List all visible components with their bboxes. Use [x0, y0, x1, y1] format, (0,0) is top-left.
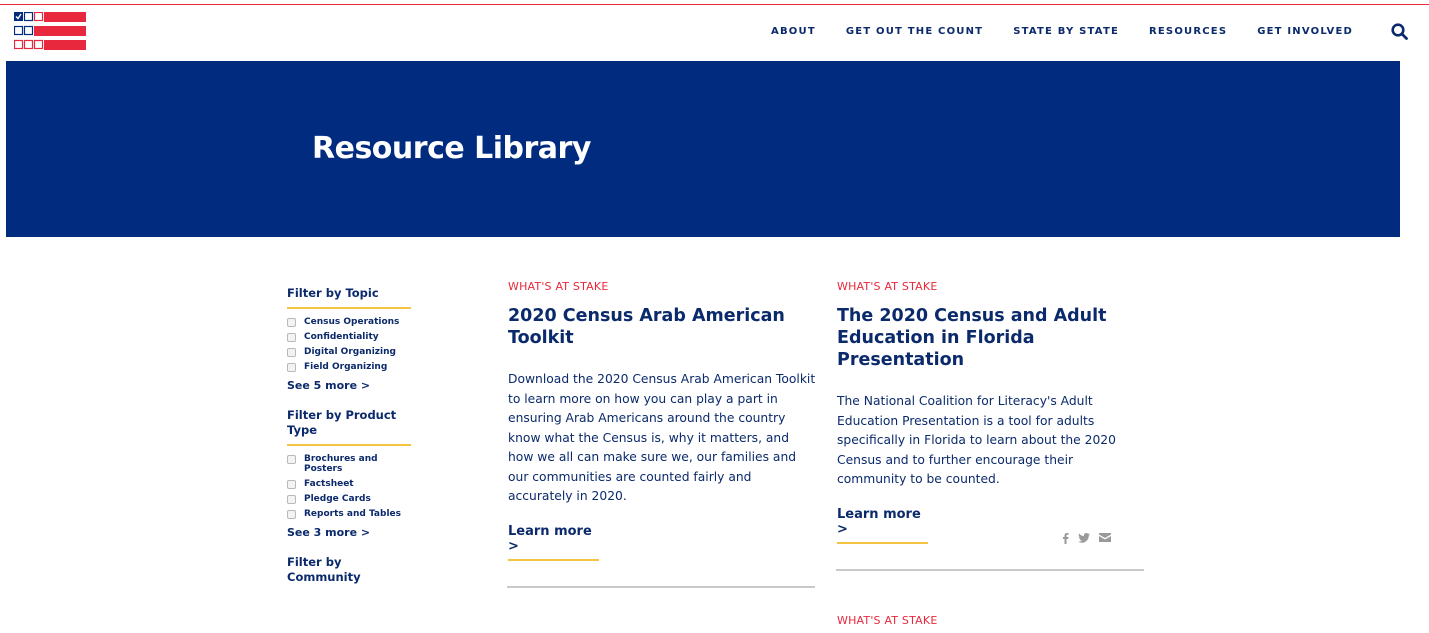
card-divider — [507, 586, 815, 588]
filter-topic-rule — [287, 307, 411, 309]
checkbox[interactable] — [287, 348, 296, 357]
learn-more-link[interactable]: Learn more > — [837, 507, 928, 544]
page-title: Resource Library — [312, 131, 591, 166]
hero-banner: Resource Library — [6, 61, 1400, 237]
product-option[interactable]: Factsheet — [287, 479, 412, 489]
resource-card: WHAT'S AT STAKE 2020 Census Arab America… — [508, 280, 818, 561]
search-icon[interactable] — [1390, 22, 1410, 42]
card-divider — [836, 569, 1144, 571]
checkbox[interactable] — [287, 495, 296, 504]
card-title[interactable]: The 2020 Census and Adult Education in F… — [837, 305, 1142, 371]
checkbox[interactable] — [287, 510, 296, 519]
card-category: WHAT'S AT STAKE — [837, 280, 938, 293]
topic-see-more-link[interactable]: See 5 more > — [287, 379, 412, 392]
topic-option[interactable]: Field Organizing — [287, 362, 412, 372]
filter-product-rule — [287, 444, 411, 446]
logo-icon[interactable] — [14, 12, 86, 50]
resource-card: WHAT'S AT STAKE — [837, 614, 1142, 627]
topic-option[interactable]: Confidentiality — [287, 332, 412, 342]
product-option[interactable]: Pledge Cards — [287, 494, 412, 504]
resource-card: WHAT'S AT STAKE The 2020 Census and Adul… — [837, 280, 1142, 544]
email-icon[interactable] — [1099, 533, 1111, 542]
facebook-icon[interactable] — [1062, 533, 1069, 544]
card-category: WHAT'S AT STAKE — [837, 614, 938, 627]
filter-sidebar: Filter by Topic Census Operations Confid… — [287, 286, 412, 585]
main-nav: ABOUT GET OUT THE COUNT STATE BY STATE R… — [741, 26, 1353, 37]
checkbox[interactable] — [287, 363, 296, 372]
product-option[interactable]: Reports and Tables — [287, 509, 412, 519]
card-description: The National Coalition for Literacy's Ad… — [837, 394, 1116, 486]
checkbox[interactable] — [287, 333, 296, 342]
nav-resources[interactable]: RESOURCES — [1149, 26, 1227, 37]
topic-option[interactable]: Digital Organizing — [287, 347, 412, 357]
card-description: Download the 2020 Census Arab American T… — [508, 372, 816, 503]
filter-community-title: Filter by Community — [287, 555, 361, 584]
twitter-icon[interactable] — [1078, 533, 1090, 543]
learn-more-link[interactable]: Learn more > — [508, 524, 599, 561]
product-option[interactable]: Brochures and Posters — [287, 454, 412, 474]
topic-option[interactable]: Census Operations — [287, 317, 412, 327]
filter-product-title: Filter by Product Type — [287, 408, 397, 437]
site-header: ABOUT GET OUT THE COUNT STATE BY STATE R… — [0, 5, 1429, 61]
filter-topic-title: Filter by Topic — [287, 286, 379, 300]
product-see-more-link[interactable]: See 3 more > — [287, 526, 412, 539]
card-category: WHAT'S AT STAKE — [508, 280, 609, 293]
nav-state-by-state[interactable]: STATE BY STATE — [1013, 26, 1119, 37]
share-links — [1062, 533, 1111, 544]
checkbox[interactable] — [287, 480, 296, 489]
card-title[interactable]: 2020 Census Arab American Toolkit — [508, 305, 818, 349]
checkbox[interactable] — [287, 318, 296, 327]
nav-get-out-the-count[interactable]: GET OUT THE COUNT — [846, 26, 983, 37]
nav-get-involved[interactable]: GET INVOLVED — [1257, 26, 1353, 37]
checkbox[interactable] — [287, 455, 296, 464]
nav-about[interactable]: ABOUT — [771, 26, 816, 37]
